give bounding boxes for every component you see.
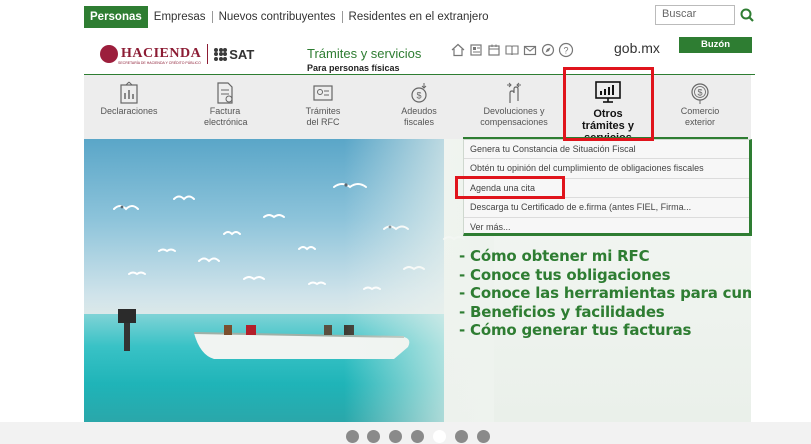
hacienda-subtitle: SECRETARÍA DE HACIENDA Y CRÉDITO PÚBLICO [118, 61, 201, 65]
category-comercio-exterior[interactable]: $ Comercio exterior [659, 75, 741, 139]
invoice-icon [212, 81, 238, 105]
svg-text:?: ? [563, 46, 568, 56]
book-icon[interactable] [503, 41, 521, 59]
menu-item-constancia[interactable]: Genera tu Constancia de Situación Fiscal [464, 140, 749, 160]
coat-of-arms-icon [100, 45, 118, 63]
sat-page: Personas Empresas Nuevos contribuyentes … [0, 0, 811, 444]
boat-motor-image [118, 309, 136, 351]
chart-upload-icon [116, 81, 142, 105]
section-subtitle: Para personas físicas [307, 63, 400, 73]
hero-link-facturas[interactable]: - Cómo generar tus facturas [459, 321, 751, 340]
category-declaraciones[interactable]: Declaraciones [84, 75, 174, 139]
top-bar: Personas Empresas Nuevos contribuyentes … [0, 0, 811, 32]
carousel-dot-3[interactable] [389, 430, 402, 443]
category-tramites-rfc[interactable]: Trámites del RFC [280, 75, 366, 139]
carousel-pagination [0, 422, 811, 444]
category-factura-electronica[interactable]: Factura electrónica [182, 75, 268, 139]
id-card-icon [310, 81, 336, 105]
nav-personas[interactable]: Personas [84, 6, 148, 28]
category-adeudos-fiscales[interactable]: $ Adeudos fiscales [374, 75, 464, 139]
nav-empresas[interactable]: Empresas [148, 11, 213, 23]
carousel-dot-2[interactable] [367, 430, 380, 443]
nav-residentes-extranjero[interactable]: Residentes en el extranjero [343, 11, 495, 23]
highlight-otros-tramites [563, 67, 654, 141]
hero-link-obligaciones[interactable]: - Conoce tus obligaciones [459, 266, 751, 285]
category-label: Trámites del RFC [305, 106, 341, 127]
hero-link-herramientas[interactable]: - Conoce las herramientas para cumplir [459, 284, 751, 303]
hand-arrows-icon [501, 81, 527, 105]
coin-down-icon: $ [406, 81, 432, 105]
nav-nuevos-contribuyentes[interactable]: Nuevos contribuyentes [213, 11, 343, 23]
carousel-dot-6[interactable] [455, 430, 468, 443]
hacienda-logo-text: HACIENDA [121, 46, 202, 61]
mail-icon[interactable] [521, 41, 539, 59]
search-input[interactable]: Buscar [655, 5, 735, 25]
search-icon[interactable] [738, 5, 756, 25]
category-label: Devoluciones y compensaciones [480, 106, 548, 127]
header-icons: ? [449, 41, 575, 59]
menu-item-ver-mas[interactable]: Ver más... [464, 218, 749, 237]
hero-link-obtener-rfc[interactable]: - Cómo obtener mi RFC [459, 247, 751, 266]
logo-divider [207, 44, 209, 64]
category-label: Comercio exterior [680, 106, 720, 127]
carousel-dot-4[interactable] [411, 430, 424, 443]
category-devoluciones[interactable]: Devoluciones y compensaciones [459, 75, 569, 139]
carousel-dot-5[interactable] [433, 430, 446, 443]
hero-bullet-list: - Cómo obtener mi RFC - Conoce tus oblig… [459, 247, 751, 340]
carousel-dot-7[interactable] [477, 430, 490, 443]
carousel-dot-1[interactable] [346, 430, 359, 443]
category-label: Factura electrónica [204, 106, 248, 127]
hero-link-beneficios[interactable]: - Beneficios y facilidades [459, 303, 751, 322]
svg-text:$: $ [697, 88, 702, 98]
sat-logo-icon [214, 47, 228, 61]
help-icon[interactable]: ? [557, 41, 575, 59]
home-icon[interactable] [449, 41, 467, 59]
category-label: Declaraciones [100, 106, 158, 116]
category-label: Adeudos fiscales [401, 106, 437, 127]
sat-logo-text: SAT [229, 46, 255, 62]
dollar-coin-icon: $ [687, 81, 713, 105]
buzon-tributario-button[interactable]: Buzón Tributario [679, 37, 752, 66]
gobmx-link[interactable]: gob.mx [614, 40, 660, 56]
highlight-agenda-cita [455, 176, 565, 199]
section-title: Trámites y servicios [307, 46, 422, 61]
document-icon[interactable] [467, 41, 485, 59]
compass-icon[interactable] [539, 41, 557, 59]
calendar-icon[interactable] [485, 41, 503, 59]
menu-item-certificado-efirma[interactable]: Descarga tu Certificado de e.firma (ante… [464, 198, 749, 218]
svg-text:$: $ [416, 91, 421, 101]
audience-nav: Personas Empresas Nuevos contribuyentes … [84, 6, 495, 28]
site-header: HACIENDA SAT SECRETARÍA DE HACIENDA Y CR… [0, 32, 811, 76]
